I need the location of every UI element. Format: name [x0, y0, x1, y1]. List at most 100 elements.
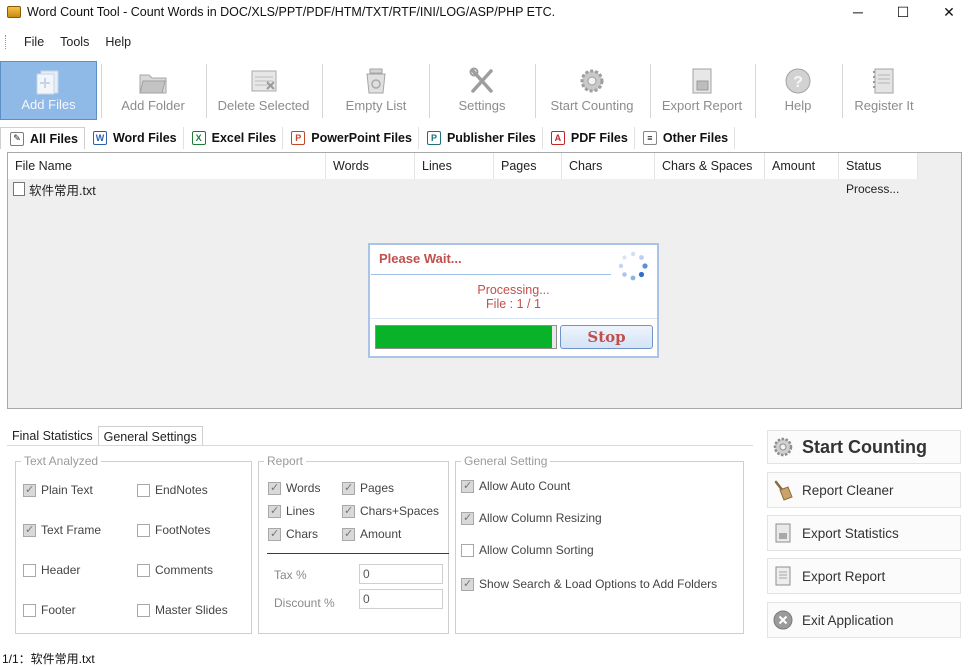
footer-checkbox[interactable]: Footer [23, 603, 76, 617]
tab-excel-files-label: Excel Files [211, 131, 277, 145]
export-report-label: Export Report [661, 98, 743, 113]
all-files-icon: ✎ [10, 131, 24, 146]
comments-checkbox[interactable]: Comments [137, 563, 213, 577]
tab-excel-files[interactable]: X Excel Files [184, 127, 284, 149]
settings-label: Settings [458, 98, 506, 113]
menu-grip [5, 35, 8, 49]
auto-count-checkbox[interactable]: Allow Auto Count [461, 479, 570, 493]
file-type-tabs: ✎ All Files W Word Files X Excel Files P… [0, 127, 736, 149]
master-slides-checkbox[interactable]: Master Slides [137, 603, 228, 617]
help-button[interactable]: ? Help [758, 61, 838, 120]
table-row[interactable]: 软件常用.txt [13, 180, 96, 198]
column-file-name[interactable]: File Name [8, 153, 326, 179]
help-icon: ? [785, 68, 811, 94]
please-wait-dialog: Please Wait... Processing... File : 1 / … [368, 243, 659, 358]
tab-final-statistics[interactable]: Final Statistics [7, 426, 98, 446]
delete-selected-button[interactable]: Delete Selected [209, 61, 318, 120]
column-status[interactable]: Status [839, 153, 918, 179]
export-statistics-icon [775, 523, 791, 543]
add-folder-button[interactable]: Add Folder [104, 61, 202, 120]
export-document-icon [692, 68, 712, 94]
report-cleaner-label: Report Cleaner [802, 482, 894, 498]
tab-word-files[interactable]: W Word Files [85, 127, 184, 149]
plain-text-checkbox[interactable]: Plain Text [23, 483, 93, 497]
broom-icon [774, 480, 793, 501]
delete-selected-label: Delete Selected [217, 98, 310, 113]
general-setting-legend: General Setting [464, 454, 548, 468]
start-counting-action-button[interactable]: Start Counting [767, 430, 961, 464]
register-label: Register It [854, 98, 914, 113]
publisher-file-icon: P [426, 131, 441, 145]
column-pages[interactable]: Pages [494, 153, 562, 179]
report-cleaner-button[interactable]: Report Cleaner [767, 472, 961, 508]
show-search-options-checkbox[interactable]: Show Search & Load Options to Add Folder… [461, 577, 717, 591]
footnotes-checkbox[interactable]: FootNotes [137, 523, 210, 537]
tab-other-files[interactable]: ≡ Other Files [635, 127, 736, 149]
file-list-header: File Name Words Lines Pages Chars Chars … [8, 153, 918, 179]
row-file-name: 软件常用.txt [29, 183, 96, 198]
title-bar: Word Count Tool - Count Words in DOC/XLS… [0, 0, 968, 24]
start-counting-label: Start Counting [550, 98, 634, 113]
tax-input[interactable]: 0 [359, 564, 443, 584]
text-analyzed-legend: Text Analyzed [24, 454, 99, 468]
row-status: Process... [846, 182, 900, 196]
gear-icon [773, 437, 793, 457]
export-report-action-label: Export Report [802, 568, 886, 584]
tab-powerpoint-files[interactable]: P PowerPoint Files [283, 127, 419, 149]
tax-label: Tax % [274, 568, 307, 582]
menu-tools[interactable]: Tools [52, 35, 97, 49]
folder-icon [139, 74, 167, 94]
settings-button[interactable]: Settings [432, 61, 532, 120]
tab-pdf-files[interactable]: A PDF Files [543, 127, 635, 149]
tab-all-files[interactable]: ✎ All Files [0, 127, 85, 149]
export-report-button[interactable]: Export Report [653, 61, 751, 120]
lines-checkbox[interactable]: Lines [268, 504, 315, 518]
column-resizing-checkbox[interactable]: Allow Column Resizing [461, 511, 602, 525]
start-counting-button[interactable]: Start Counting [538, 61, 646, 120]
chars-spaces-checkbox[interactable]: Chars+Spaces [342, 504, 439, 518]
trash-icon [366, 68, 386, 94]
report-legend: Report [267, 454, 304, 468]
close-button[interactable]: ✕ [926, 0, 968, 24]
add-files-button[interactable]: Add Files [0, 61, 97, 120]
amount-checkbox[interactable]: Amount [342, 527, 401, 541]
minimize-button[interactable]: ─ [835, 0, 881, 24]
discount-input[interactable]: 0 [359, 589, 443, 609]
tab-general-settings[interactable]: General Settings [97, 426, 203, 446]
tab-other-files-label: Other Files [662, 131, 729, 145]
window-title: Word Count Tool - Count Words in DOC/XLS… [27, 5, 556, 19]
endnotes-checkbox[interactable]: EndNotes [137, 483, 208, 497]
pdf-file-icon: A [550, 131, 565, 145]
column-chars[interactable]: Chars [562, 153, 655, 179]
loading-spinner-icon [618, 251, 648, 281]
status-bar: 1/1：软件常用.txt [2, 652, 95, 666]
words-checkbox[interactable]: Words [268, 481, 320, 495]
wait-title: Please Wait... [379, 251, 462, 266]
tab-publisher-files[interactable]: P Publisher Files [419, 127, 543, 149]
stop-button[interactable]: Stop [560, 325, 653, 349]
text-frame-checkbox[interactable]: Text Frame [23, 523, 101, 537]
tab-publisher-files-label: Publisher Files [446, 131, 536, 145]
column-sorting-checkbox[interactable]: Allow Column Sorting [461, 543, 594, 557]
export-report-action-button[interactable]: Export Report [767, 558, 961, 594]
column-amount[interactable]: Amount [765, 153, 839, 179]
delete-list-icon [251, 70, 276, 92]
column-lines[interactable]: Lines [415, 153, 494, 179]
exit-application-button[interactable]: Exit Application [767, 602, 961, 638]
excel-file-icon: X [191, 131, 206, 145]
register-button[interactable]: Register It [845, 61, 923, 120]
svg-text:?: ? [793, 74, 803, 91]
maximize-button[interactable]: ☐ [880, 0, 926, 24]
menu-help[interactable]: Help [97, 35, 139, 49]
export-statistics-button[interactable]: Export Statistics [767, 515, 961, 551]
help-label: Help [784, 98, 812, 113]
menu-bar: File Tools Help [0, 32, 139, 52]
pages-checkbox[interactable]: Pages [342, 481, 394, 495]
empty-list-button[interactable]: Empty List [325, 61, 427, 120]
menu-file[interactable]: File [16, 35, 52, 49]
settings-tabs: Final Statistics General Settings [7, 426, 203, 446]
chars-checkbox[interactable]: Chars [268, 527, 318, 541]
column-chars-spaces[interactable]: Chars & Spaces [655, 153, 765, 179]
header-checkbox[interactable]: Header [23, 563, 80, 577]
column-words[interactable]: Words [326, 153, 415, 179]
